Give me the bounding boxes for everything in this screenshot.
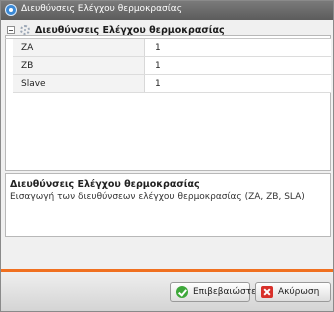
app-logo-icon: [5, 4, 17, 16]
property-name: ZB: [13, 57, 145, 75]
cancel-label: Ακύρωση: [278, 287, 320, 297]
description-text: Εισαγωγή των διευθύνσεων ελέγχου θερμοκρ…: [10, 192, 305, 202]
property-name: Slave: [13, 75, 145, 93]
description-panel: Διευθύνσεις Ελέγχου θερμοκρασίας Εισαγωγ…: [5, 173, 331, 237]
close-icon: [261, 286, 273, 298]
description-title: Διευθύνσεις Ελέγχου θερμοκρασίας: [10, 179, 200, 190]
property-value-za[interactable]: 1: [145, 39, 331, 57]
property-row-za[interactable]: ZA 1: [13, 39, 331, 57]
row-divider: [13, 92, 331, 93]
property-value-slave[interactable]: 1: [145, 75, 331, 93]
property-name: ZA: [13, 39, 145, 57]
confirm-button[interactable]: Επιβεβαιώστε: [170, 282, 256, 302]
title-bar[interactable]: Διευθύνσεις Ελέγχου θερμοκρασίας: [1, 1, 333, 20]
button-bar: Επιβεβαιώστε Ακύρωση: [1, 272, 333, 311]
window-title: Διευθύνσεις Ελέγχου θερμοκρασίας: [21, 4, 182, 14]
collapse-icon[interactable]: [7, 26, 15, 34]
cancel-button[interactable]: Ακύρωση: [255, 282, 331, 302]
check-icon: [176, 286, 188, 298]
property-row-zb[interactable]: ZB 1: [13, 57, 331, 75]
property-value-zb[interactable]: 1: [145, 57, 331, 75]
confirm-label: Επιβεβαιώστε: [193, 287, 257, 297]
category-row[interactable]: Διευθύνσεις Ελέγχου θερμοκρασίας: [5, 23, 331, 38]
gear-icon: [20, 25, 30, 35]
dialog-window: Διευθύνσεις Ελέγχου θερμοκρασίας Διευθύν…: [0, 0, 334, 312]
property-row-slave[interactable]: Slave 1: [13, 75, 331, 93]
category-title: Διευθύνσεις Ελέγχου θερμοκρασίας: [35, 25, 225, 36]
